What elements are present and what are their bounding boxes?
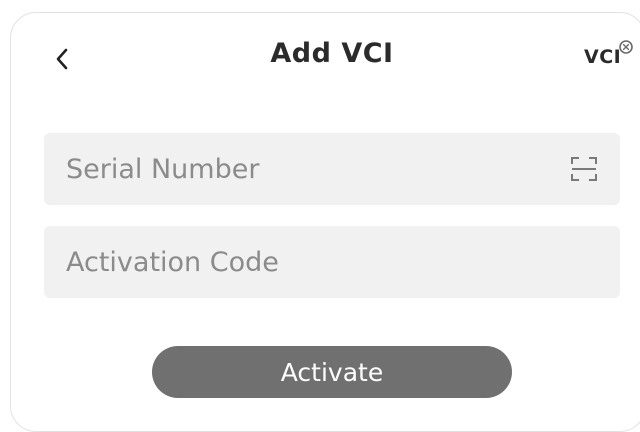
serial-number-field [44, 133, 620, 205]
activation-code-field [44, 226, 620, 298]
page-title: Add VCI [270, 38, 394, 69]
vci-device-button[interactable]: VCI [580, 38, 638, 78]
scan-button[interactable] [568, 153, 600, 185]
scan-icon [571, 157, 597, 181]
vci-label: VCI [584, 46, 622, 68]
vci-status-icon [619, 40, 633, 54]
activation-code-input[interactable] [66, 246, 600, 278]
serial-number-input[interactable] [66, 153, 560, 185]
activate-button[interactable]: Activate [152, 346, 512, 398]
